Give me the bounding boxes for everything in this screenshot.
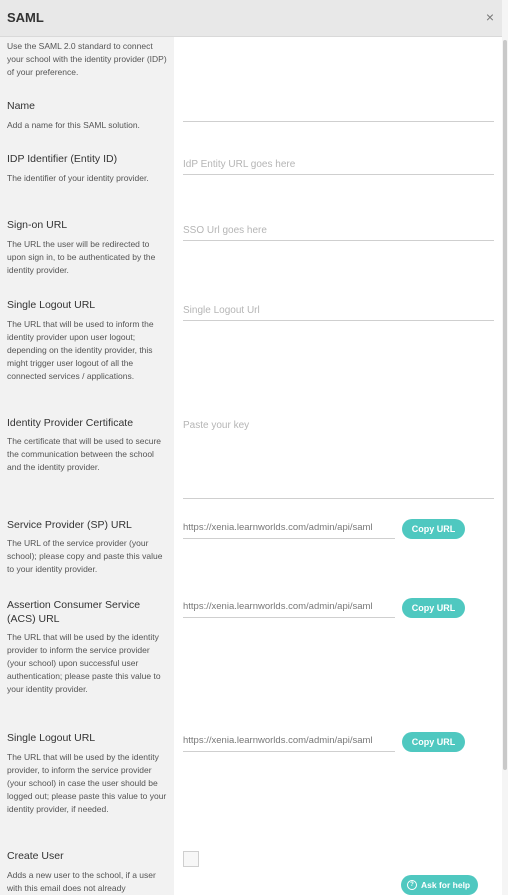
sign-on-url-desc: The URL the user will be redirected to u…	[7, 239, 156, 275]
modal-header: SAML ×	[0, 0, 502, 37]
sp-logout-url-value[interactable]: https://xenia.learnworlds.com/admin/api/…	[183, 735, 395, 752]
single-logout-url-title: Single Logout URL	[7, 299, 96, 311]
name-desc: Add a name for this SAML solution.	[7, 120, 140, 130]
intro-text: Use the SAML 2.0 standard to connect you…	[7, 41, 167, 77]
sp-url-title: Service Provider (SP) URL	[7, 519, 132, 531]
help-icon: ?	[407, 880, 417, 890]
single-logout-url-input[interactable]	[183, 300, 494, 321]
create-user-desc: Adds a new user to the school, if a user…	[7, 870, 156, 893]
create-user-title: Create User	[7, 850, 64, 862]
ask-for-help-button[interactable]: ? Ask for help	[401, 875, 478, 895]
sp-logout-url-desc: The URL that will be used by the identit…	[7, 752, 167, 814]
sp-url-desc: The URL of the service provider (your sc…	[7, 538, 163, 574]
acs-url-desc: The URL that will be used by the identit…	[7, 632, 161, 694]
acs-url-title: Assertion Consumer Service (ACS) URL	[7, 599, 141, 625]
sp-logout-url-row: https://xenia.learnworlds.com/admin/api/…	[183, 732, 473, 753]
acs-url-row: https://xenia.learnworlds.com/admin/api/…	[183, 598, 473, 619]
idp-identifier-title: IDP Identifier (Entity ID)	[7, 153, 118, 165]
sign-on-url-input[interactable]	[183, 220, 494, 241]
ask-for-help-label: Ask for help	[421, 880, 471, 890]
idp-certificate-desc: The certificate that will be used to sec…	[7, 436, 162, 472]
create-user-checkbox[interactable]	[183, 851, 199, 867]
copy-sp-url-button[interactable]: Copy URL	[402, 519, 465, 539]
sp-url-value[interactable]: https://xenia.learnworlds.com/admin/api/…	[183, 522, 395, 539]
modal-title: SAML	[7, 10, 44, 25]
idp-identifier-desc: The identifier of your identity provider…	[7, 173, 149, 183]
copy-acs-url-button[interactable]: Copy URL	[402, 598, 465, 618]
sign-on-url-title: Sign-on URL	[7, 219, 68, 231]
copy-sp-logout-url-button[interactable]: Copy URL	[402, 732, 465, 752]
sp-url-row: https://xenia.learnworlds.com/admin/api/…	[183, 519, 473, 540]
sp-logout-url-title: Single Logout URL	[7, 732, 96, 744]
idp-identifier-input[interactable]	[183, 154, 494, 175]
acs-url-value[interactable]: https://xenia.learnworlds.com/admin/api/…	[183, 601, 395, 618]
scrollbar[interactable]	[502, 0, 508, 895]
idp-certificate-title: Identity Provider Certificate	[7, 417, 134, 429]
name-input[interactable]	[183, 101, 494, 122]
scrollbar-thumb[interactable]	[503, 40, 507, 770]
single-logout-url-desc: The URL that will be used to inform the …	[7, 319, 154, 381]
close-icon[interactable]: ×	[486, 9, 494, 25]
name-title: Name	[7, 100, 36, 112]
idp-certificate-textarea[interactable]	[183, 418, 494, 499]
